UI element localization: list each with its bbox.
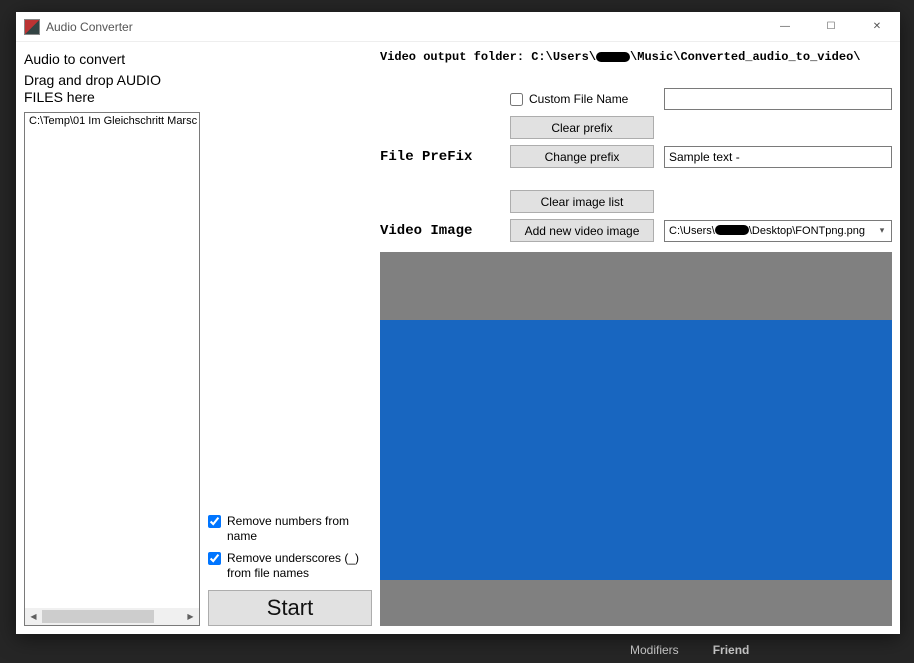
scroll-left-arrow-icon[interactable]: ◀ (25, 608, 42, 625)
remove-numbers-label: Remove numbers from name (227, 514, 372, 543)
titlebar[interactable]: Audio Converter — ☐ ✕ (16, 12, 900, 42)
scroll-track[interactable] (42, 608, 182, 625)
app-icon (24, 19, 40, 35)
app-window: Audio Converter — ☐ ✕ Audio to convert D… (16, 12, 900, 634)
start-button[interactable]: Start (208, 590, 372, 626)
preview-bottom-band (380, 580, 892, 626)
scroll-thumb[interactable] (42, 610, 154, 623)
minimize-button[interactable]: — (762, 12, 808, 42)
close-button[interactable]: ✕ (854, 12, 900, 42)
horizontal-scrollbar[interactable]: ◀ ▶ (25, 608, 199, 625)
window-title: Audio Converter (46, 20, 133, 34)
custom-filename-checkbox[interactable] (510, 93, 523, 106)
audio-heading-1: Audio to convert (24, 51, 200, 69)
change-prefix-button[interactable]: Change prefix (510, 145, 654, 168)
file-prefix-heading: File PreFix (380, 149, 500, 165)
remove-numbers-checkbox[interactable] (208, 515, 221, 528)
preview-mid-band (380, 320, 892, 580)
audio-heading-2: Drag and drop AUDIO FILES here (24, 72, 200, 107)
bg-friend-label: Friend (713, 643, 750, 657)
prefix-input[interactable] (664, 146, 892, 168)
list-item[interactable]: C:\Temp\01 Im Gleichschritt Marsc (25, 113, 199, 129)
video-image-heading: Video Image (380, 223, 500, 239)
output-folder-label: Video output folder: C:\Users\\Music\Con… (380, 50, 892, 64)
clear-prefix-button[interactable]: Clear prefix (510, 116, 654, 139)
video-image-preview (380, 252, 892, 626)
add-video-image-button[interactable]: Add new video image (510, 219, 654, 242)
remove-underscores-checkbox[interactable] (208, 552, 221, 565)
redacted-text (715, 225, 749, 235)
preview-top-band (380, 252, 892, 320)
chevron-down-icon[interactable]: ▾ (875, 225, 889, 236)
scroll-right-arrow-icon[interactable]: ▶ (182, 608, 199, 625)
video-image-combo[interactable]: C:\Users\\Desktop\FONTpng.png ▾ (664, 220, 892, 242)
maximize-button[interactable]: ☐ (808, 12, 854, 42)
remove-underscores-label: Remove underscores (_) from file names (227, 551, 372, 580)
clear-image-list-button[interactable]: Clear image list (510, 190, 654, 213)
redacted-text (596, 52, 630, 62)
bg-modifiers-label: Modifiers (630, 643, 679, 657)
custom-filename-input[interactable] (664, 88, 892, 110)
audio-file-listbox[interactable]: C:\Temp\01 Im Gleichschritt Marsc ◀ ▶ (24, 112, 200, 627)
custom-filename-label: Custom File Name (529, 92, 628, 106)
